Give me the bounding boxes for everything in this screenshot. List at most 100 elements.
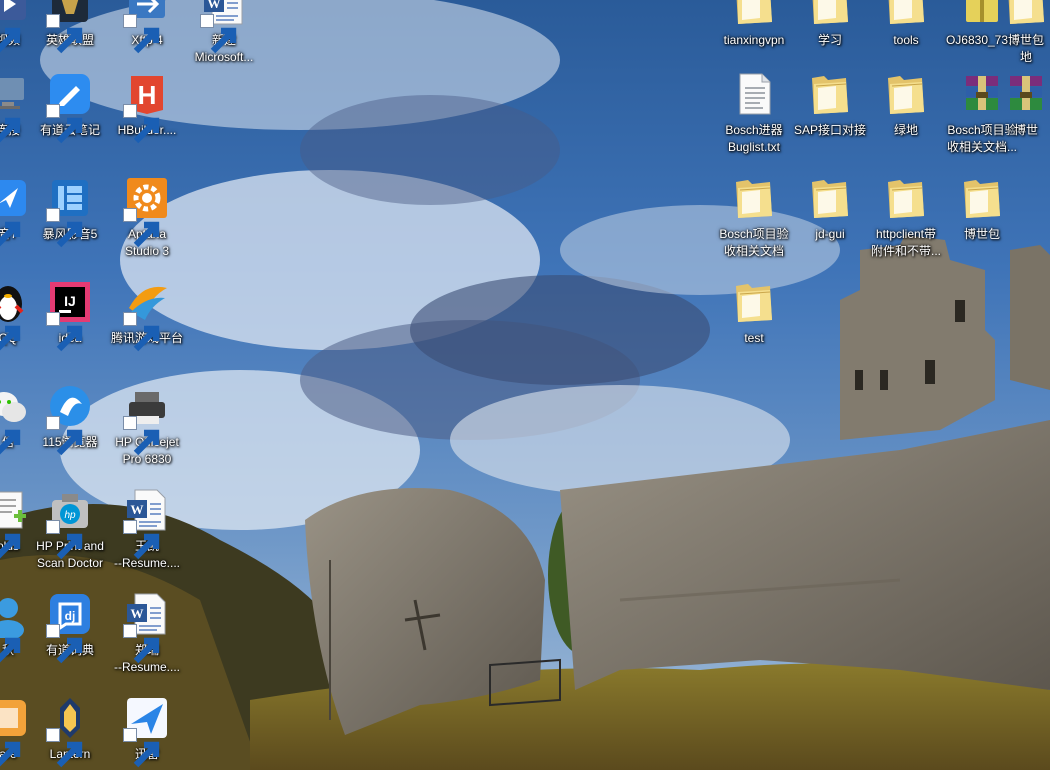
intellij-idea-icon: IJ [46, 278, 94, 352]
desktop-icon[interactable]: H HBuilder.... [109, 70, 185, 144]
desktop-icon[interactable]: dj 有道词典 [32, 590, 108, 664]
youdao-note-icon [46, 70, 94, 144]
desktop-icon[interactable]: 暴风影音5 [32, 174, 108, 248]
bird-app-icon [0, 174, 32, 247]
folder-icon [882, 174, 930, 222]
shortcut-arrow-icon [46, 104, 83, 144]
qq-penguin-icon [0, 278, 32, 351]
desktop-icon[interactable]: Lantern [32, 694, 108, 768]
printer-icon [123, 382, 171, 456]
winrar-archive-icon [1002, 70, 1050, 118]
desktop-icon[interactable]: hp HP Print and Scan Doctor [32, 486, 108, 572]
text-file-icon [730, 70, 778, 118]
shortcut-arrow-icon [46, 728, 83, 768]
desktop-icon[interactable]: 腾讯游戏平台 [109, 278, 185, 352]
folder-icon [806, 0, 854, 28]
desktop-icon[interactable]: 迅雷 [109, 694, 185, 768]
desktop-icon[interactable]: tools [868, 0, 944, 49]
desktop-icon[interactable]: Bosch进器 Buglist.txt [716, 70, 792, 156]
desktop-icon-label: test [744, 331, 764, 345]
folder-icon [806, 70, 854, 118]
desktop-icon[interactable]: httpclient带 附件和不带... [868, 174, 944, 260]
user-app-icon [0, 590, 32, 663]
shortcut-arrow-icon [123, 624, 160, 664]
desktop[interactable]: 视频 英雄联盟 Xftp 4 W 新建 Microsoft... 连接 有道云笔记 H HBui… [0, 0, 1050, 770]
notepad-plus-icon [0, 486, 32, 559]
folder-icon [882, 0, 930, 28]
shortcut-arrow-icon [46, 208, 83, 248]
desktop-icon[interactable]: 115浏览器 [32, 382, 108, 456]
shortcut-arrow-icon [46, 624, 83, 664]
hp-doctor-icon: hp [46, 486, 94, 560]
svg-text:hp: hp [64, 510, 76, 521]
shortcut-arrow-icon [123, 416, 160, 456]
desktop-icon[interactable]: test [716, 278, 792, 347]
shortcut-arrow-icon [123, 728, 160, 768]
shortcut-arrow-icon [46, 312, 83, 352]
browser-115-icon [46, 382, 94, 456]
lantern-icon [46, 694, 94, 768]
desktop-icon[interactable]: Bosch项目验 收相关文档 [716, 174, 792, 260]
desktop-icon-label: httpclient带 附件和不带... [870, 227, 941, 258]
folder-icon [730, 0, 778, 28]
folder-icon [730, 174, 778, 222]
shortcut-arrow-icon [123, 104, 160, 144]
svg-text:W: W [131, 502, 144, 517]
desktop-icon-label: 博世包 地 [1007, 33, 1044, 64]
shortcut-arrow-icon [123, 14, 160, 54]
tencent-games-icon [123, 278, 171, 352]
desktop-icon-label: jd-gui [815, 227, 845, 241]
desktop-icon-label: 绿地 [893, 123, 918, 137]
folder-icon [806, 174, 854, 222]
desktop-icon[interactable]: IJ idea [32, 278, 108, 352]
shortcut-arrow-icon [46, 520, 83, 560]
shortcut-arrow-icon [46, 14, 83, 54]
shortcut-arrow-icon [200, 14, 237, 54]
game-icon [46, 0, 94, 54]
desktop-icon[interactable]: 绿地 [868, 70, 944, 139]
desktop-icon[interactable]: W 郑瑞 --Resume.... [109, 590, 185, 676]
word-document-icon: W [123, 486, 171, 560]
desktop-icon-label: Bosch项目验 收相关文档 [719, 227, 789, 258]
remote-desktop-icon [0, 70, 32, 143]
desktop-icon[interactable]: tianxingvpn [716, 0, 792, 49]
desktop-icon[interactable]: 博世包 [944, 174, 1020, 243]
shortcut-arrow-icon [123, 312, 160, 352]
word-document-icon: W [200, 0, 248, 54]
wechat-icon [0, 382, 32, 455]
desktop-icon[interactable]: 英雄联盟 [32, 0, 108, 54]
hbuilder-icon: H [123, 70, 171, 144]
desktop-icon-label: Bosch进器 Buglist.txt [725, 123, 783, 154]
desktop-icon-label: tianxingvpn [723, 33, 785, 47]
desktop-icon[interactable]: 学习 [792, 0, 868, 49]
word-document-icon: W [123, 590, 171, 664]
svg-text:W: W [208, 0, 221, 11]
desktop-icon[interactable]: 博世 [988, 70, 1050, 139]
desktop-icon-label: 博世包 [963, 227, 1000, 241]
desktop-icon[interactable]: W 新建 Microsoft... [186, 0, 262, 66]
desktop-icon[interactable]: Xftp 4 [109, 0, 185, 54]
desktop-icon-label: 博世 [1013, 123, 1038, 137]
shortcut-arrow-icon [123, 520, 160, 560]
video-app-icon [0, 0, 32, 53]
svg-text:W: W [131, 606, 144, 621]
youdao-dict-icon: dj [46, 590, 94, 664]
thunder-icon [123, 694, 171, 768]
folder-icon [882, 70, 930, 118]
desktop-icon[interactable]: 博世包 地 [988, 0, 1050, 66]
desktop-icon[interactable]: HP Officejet Pro 6830 [109, 382, 185, 468]
shortcut-arrow-icon [46, 416, 83, 456]
desktop-icon[interactable]: 有道云笔记 [32, 70, 108, 144]
desktop-icon-label: SAP接口对接 [793, 123, 866, 137]
desktop-icon[interactable]: W 王凯 --Resume.... [109, 486, 185, 572]
desktop-icon[interactable]: SAP接口对接 [792, 70, 868, 139]
svg-text:IJ: IJ [64, 293, 76, 309]
shortcut-arrow-icon [123, 208, 160, 248]
desktop-icon-label: tools [893, 33, 919, 47]
share-app-icon [0, 694, 32, 767]
folder-icon [958, 174, 1006, 222]
baofeng-player-icon [46, 174, 94, 248]
desktop-icon[interactable]: Aptana Studio 3 [109, 174, 185, 260]
desktop-icon[interactable]: jd-gui [792, 174, 868, 243]
aptana-gear-icon [123, 174, 171, 248]
